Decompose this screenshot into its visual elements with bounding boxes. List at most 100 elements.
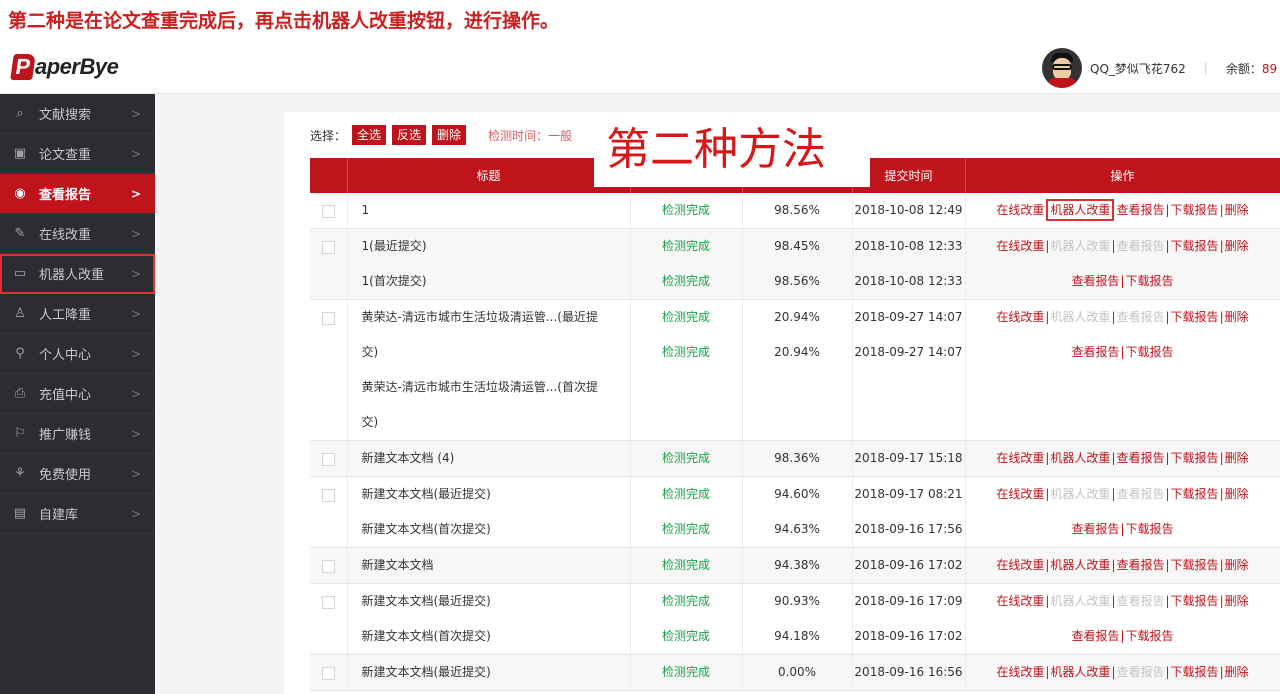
row-checkbox-cell	[310, 476, 348, 548]
robot-rewrite-link[interactable]: 机器人改重	[1050, 487, 1110, 501]
delete-link[interactable]: 删除	[1225, 451, 1249, 465]
download-report-link[interactable]: 下载报告	[1126, 522, 1174, 536]
delete-link[interactable]: 删除	[1225, 665, 1249, 679]
row-time-cell: 2018-09-16 17:09 2018-09-16 17:02	[852, 583, 966, 655]
robot-rewrite-link[interactable]: 机器人改重	[1050, 558, 1110, 572]
row-title[interactable]: 新建文本文档(最近提交)	[362, 477, 630, 512]
row-title[interactable]: 黄荣达-清远市城市生活垃圾清运管...(最近提	[362, 300, 630, 335]
view-report-link[interactable]: 查看报告	[1116, 487, 1164, 501]
row-title[interactable]: 1(最近提交)	[362, 229, 630, 264]
online-rewrite-link[interactable]: 在线改重	[996, 239, 1044, 253]
row-checkbox[interactable]	[321, 489, 335, 502]
row-checkbox[interactable]	[321, 312, 335, 325]
download-report-link[interactable]: 下载报告	[1171, 558, 1219, 572]
row-checkbox[interactable]	[321, 241, 335, 254]
row-checkbox[interactable]	[321, 596, 335, 609]
sidebar-item-online-rewrite[interactable]: ✎ 在线改重 >	[0, 214, 155, 254]
row-title[interactable]: 新建文本文档(最近提交)	[362, 584, 630, 619]
paperbye-logo[interactable]: P aperBye	[10, 54, 119, 80]
view-report-link[interactable]: 查看报告	[1071, 522, 1119, 536]
sidebar-item-self-library[interactable]: ▤ 自建库 >	[0, 494, 155, 534]
download-report-link[interactable]: 下载报告	[1171, 594, 1219, 608]
row-title[interactable]: 新建文本文档(首次提交)	[362, 512, 630, 547]
online-rewrite-link[interactable]: 在线改重	[996, 203, 1044, 217]
sidebar-item-view-report[interactable]: ◉ 查看报告 >	[0, 174, 155, 214]
delete-selected-button[interactable]: 删除	[432, 125, 467, 145]
online-rewrite-link[interactable]: 在线改重	[996, 665, 1044, 679]
view-report-link[interactable]: 查看报告	[1116, 310, 1164, 324]
sidebar-item-robot-rewrite[interactable]: ▭ 机器人改重 >	[0, 254, 155, 294]
download-report-link[interactable]: 下载报告	[1171, 487, 1219, 501]
row-status	[631, 370, 742, 405]
download-report-link[interactable]: 下载报告	[1171, 239, 1219, 253]
select-all-button[interactable]: 全选	[352, 125, 387, 145]
row-title[interactable]: 交)	[362, 335, 630, 370]
view-report-link[interactable]: 查看报告	[1116, 665, 1164, 679]
op-separator: |	[1120, 629, 1125, 643]
row-rate: 98.56%	[774, 203, 820, 217]
delete-link[interactable]: 删除	[1225, 558, 1249, 572]
sidebar-item-promotion[interactable]: ⚐ 推广赚钱 >	[0, 414, 155, 454]
balance-value: 89	[1261, 61, 1278, 76]
view-report-link[interactable]: 查看报告	[1071, 274, 1119, 288]
online-rewrite-link[interactable]: 在线改重	[996, 310, 1044, 324]
table-row: 1(最近提交) 1(首次提交) 检测完成 检测完成 98.45% 98.56% 2018-1…	[310, 228, 1280, 300]
view-report-link[interactable]: 查看报告	[1116, 451, 1164, 465]
delete-link[interactable]: 删除	[1225, 594, 1249, 608]
robot-rewrite-link[interactable]: 机器人改重	[1050, 594, 1110, 608]
download-report-link[interactable]: 下载报告	[1171, 451, 1219, 465]
sidebar-item-personal-center[interactable]: ⚲ 个人中心 >	[0, 334, 155, 374]
row-checkbox[interactable]	[321, 667, 335, 680]
row-title[interactable]: 黄荣达-清远市城市生活垃圾清运管...(首次提	[362, 370, 630, 405]
online-rewrite-link[interactable]: 在线改重	[996, 451, 1044, 465]
delete-link[interactable]: 删除	[1225, 203, 1249, 217]
row-ops-cell: 在线改重|机器人改重|查看报告|下载报告|删除	[965, 193, 1280, 229]
row-status-cell: 检测完成 检测完成	[630, 228, 743, 300]
sidebar-item-recharge[interactable]: ⎙ 充值中心 >	[0, 374, 155, 414]
row-title[interactable]: 1(首次提交)	[362, 264, 630, 299]
avatar[interactable]	[1042, 48, 1082, 88]
sidebar-item-free-use[interactable]: ⚘ 免费使用 >	[0, 454, 155, 494]
view-report-link[interactable]: 查看报告	[1116, 239, 1164, 253]
delete-link[interactable]: 删除	[1225, 310, 1249, 324]
row-checkbox[interactable]	[321, 205, 335, 218]
robot-rewrite-link[interactable]: 机器人改重	[1050, 451, 1110, 465]
robot-rewrite-link[interactable]: 机器人改重	[1050, 665, 1110, 679]
robot-rewrite-link[interactable]: 机器人改重	[1050, 239, 1110, 253]
view-report-link[interactable]: 查看报告	[1116, 594, 1164, 608]
row-title[interactable]: 交)	[362, 405, 630, 440]
robot-rewrite-link[interactable]: 机器人改重	[1050, 310, 1110, 324]
delete-link[interactable]: 删除	[1225, 239, 1249, 253]
download-report-link[interactable]: 下载报告	[1171, 665, 1219, 679]
download-report-link[interactable]: 下载报告	[1126, 345, 1174, 359]
delete-link[interactable]: 删除	[1225, 487, 1249, 501]
online-rewrite-link[interactable]: 在线改重	[996, 558, 1044, 572]
row-title[interactable]: 1	[362, 193, 630, 228]
op-separator: |	[1111, 203, 1116, 217]
sidebar-item-manual-rewrite[interactable]: ♙ 人工降重 >	[0, 294, 155, 334]
download-report-link[interactable]: 下载报告	[1171, 310, 1219, 324]
row-checkbox[interactable]	[321, 560, 335, 573]
view-report-link[interactable]: 查看报告	[1116, 203, 1164, 217]
robot-rewrite-link[interactable]: 机器人改重	[1046, 199, 1115, 221]
invert-selection-button[interactable]: 反选	[392, 125, 427, 145]
row-title[interactable]: 新建文本文档(最近提交)	[362, 655, 630, 690]
view-report-link[interactable]: 查看报告	[1071, 345, 1119, 359]
chevron-right-icon: >	[130, 466, 141, 481]
row-title[interactable]: 新建文本文档 (4)	[362, 441, 630, 476]
row-title[interactable]: 新建文本文档(首次提交)	[362, 619, 630, 654]
download-report-link[interactable]: 下载报告	[1126, 629, 1174, 643]
row-time-cell: 2018-10-08 12:49	[852, 193, 966, 229]
online-rewrite-link[interactable]: 在线改重	[996, 594, 1044, 608]
wallet-icon: ⎙	[14, 385, 26, 401]
username[interactable]: QQ_梦似飞花762	[1090, 60, 1186, 77]
download-report-link[interactable]: 下载报告	[1126, 274, 1174, 288]
view-report-link[interactable]: 查看报告	[1071, 629, 1119, 643]
sidebar-item-literature-search[interactable]: ⌕ 文献搜索 >	[0, 94, 155, 134]
view-report-link[interactable]: 查看报告	[1116, 558, 1164, 572]
online-rewrite-link[interactable]: 在线改重	[996, 487, 1044, 501]
row-title[interactable]: 新建文本文档	[362, 548, 630, 583]
download-report-link[interactable]: 下载报告	[1171, 203, 1219, 217]
row-checkbox[interactable]	[321, 453, 335, 466]
sidebar-item-paper-check[interactable]: ▣ 论文查重 >	[0, 134, 155, 174]
